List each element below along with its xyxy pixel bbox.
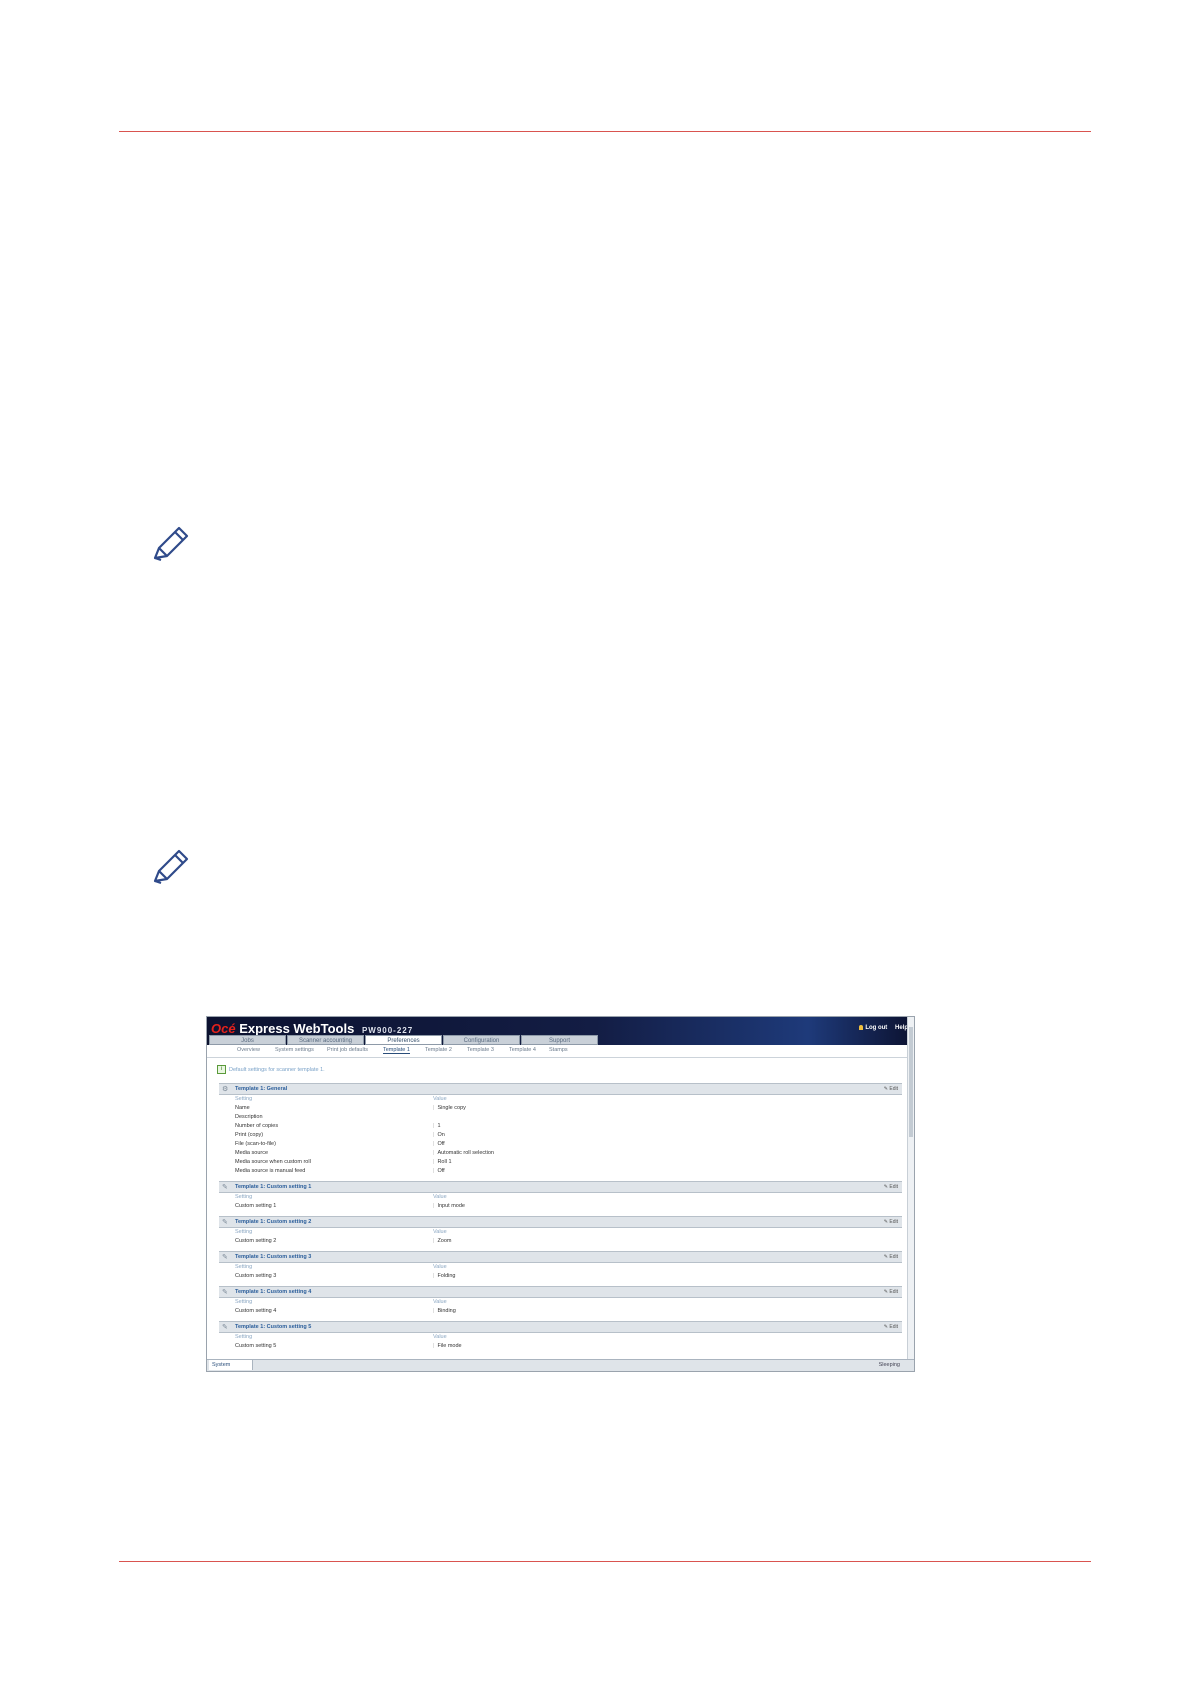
tab-configuration[interactable]: Configuration xyxy=(443,1035,520,1045)
user-icon xyxy=(859,1025,864,1030)
pencil-icon: ✎ xyxy=(222,1254,228,1261)
table-row: Custom setting 5 | File mode xyxy=(235,1343,462,1349)
footer-rule xyxy=(119,1561,1091,1562)
subtab-template-1[interactable]: Template 1 xyxy=(383,1047,410,1054)
pencil-note-icon xyxy=(153,526,189,562)
subtab-stamps[interactable]: Stamps xyxy=(549,1047,568,1053)
table-row: Description xyxy=(235,1114,263,1120)
edit-button[interactable]: ✎ Edit xyxy=(884,1219,898,1225)
main-tabs: Jobs Scanner accounting Preferences Conf… xyxy=(209,1035,599,1045)
column-header-row: Setting Value xyxy=(235,1264,447,1270)
tab-support[interactable]: Support xyxy=(521,1035,598,1045)
table-row: File (scan-to-file) | Off xyxy=(235,1141,445,1147)
tab-jobs[interactable]: Jobs xyxy=(209,1035,286,1045)
column-header-row: Setting Value xyxy=(235,1299,447,1305)
panel-custom-setting-4: ✎ Template 1: Custom setting 4 ✎ Edit Se… xyxy=(219,1286,902,1316)
scroll-thumb[interactable] xyxy=(909,1027,913,1137)
panel-custom-setting-2: ✎ Template 1: Custom setting 2 ✎ Edit Se… xyxy=(219,1216,902,1246)
pencil-icon: ✎ xyxy=(222,1324,228,1331)
app-logo: Océ Express WebTools PW900-227 xyxy=(211,1021,414,1036)
subtab-template-4[interactable]: Template 4 xyxy=(509,1047,536,1053)
column-header-row: Setting Value xyxy=(235,1096,447,1102)
status-tab-system[interactable]: System xyxy=(209,1360,253,1370)
tab-scanner-accounting[interactable]: Scanner accounting xyxy=(287,1035,364,1045)
settings-icon: ⚙ xyxy=(222,1086,229,1093)
printer-model: PW900-227 xyxy=(361,1026,414,1035)
subtab-template-2[interactable]: Template 2 xyxy=(425,1047,452,1053)
header-rule xyxy=(119,131,1091,132)
column-header-row: Setting Value xyxy=(235,1229,447,1235)
pencil-icon: ✎ xyxy=(222,1289,228,1296)
vertical-scrollbar[interactable] xyxy=(907,1017,914,1360)
table-row: Custom setting 1 | Input mode xyxy=(235,1203,465,1209)
table-row: Custom setting 2 | Zoom xyxy=(235,1238,452,1244)
app-header: Océ Express WebTools PW900-227 Log out H… xyxy=(207,1017,914,1045)
header-links: Log out Help xyxy=(853,1025,908,1031)
edit-button[interactable]: ✎ Edit xyxy=(884,1254,898,1260)
column-header-row: Setting Value xyxy=(235,1334,447,1340)
table-row: Media source | Automatic roll selection xyxy=(235,1150,494,1156)
table-row: Name | Single copy xyxy=(235,1105,466,1111)
sub-tabs: Overview System settings Print job defau… xyxy=(207,1045,914,1058)
webtools-screenshot: Océ Express WebTools PW900-227 Log out H… xyxy=(206,1016,915,1372)
panel-general: ⚙ Template 1: General ✎ Edit Setting Valu… xyxy=(219,1083,902,1176)
subtab-overview[interactable]: Overview xyxy=(237,1047,260,1053)
panel-custom-setting-1: ✎ Template 1: Custom setting 1 ✎ Edit Se… xyxy=(219,1181,902,1211)
tab-preferences[interactable]: Preferences xyxy=(365,1035,442,1045)
subtab-system-settings[interactable]: System settings xyxy=(275,1047,314,1053)
info-icon: i xyxy=(217,1065,226,1074)
table-row: Print (copy) | On xyxy=(235,1132,445,1138)
edit-button[interactable]: ✎ Edit xyxy=(884,1289,898,1295)
subtab-print-job-defaults[interactable]: Print job defaults xyxy=(327,1047,368,1053)
panel-header: ✎ Template 1: Custom setting 4 ✎ Edit xyxy=(219,1286,902,1298)
panel-header: ⚙ Template 1: General ✎ Edit xyxy=(219,1083,902,1095)
pencil-icon: ✎ xyxy=(222,1219,228,1226)
subtab-template-3[interactable]: Template 3 xyxy=(467,1047,494,1053)
status-bar: System Sleeping xyxy=(207,1359,914,1371)
edit-button[interactable]: ✎ Edit xyxy=(884,1184,898,1190)
column-header-row: Setting Value xyxy=(235,1194,447,1200)
table-row: Number of copies | 1 xyxy=(235,1123,441,1129)
panel-custom-setting-5: ✎ Template 1: Custom setting 5 ✎ Edit Se… xyxy=(219,1321,902,1351)
panel-header: ✎ Template 1: Custom setting 1 ✎ Edit xyxy=(219,1181,902,1193)
edit-button[interactable]: ✎ Edit xyxy=(884,1324,898,1330)
logout-link[interactable]: Log out xyxy=(859,1025,887,1031)
table-row: Media source when custom roll | Roll 1 xyxy=(235,1159,452,1165)
info-message: i Default settings for scanner template 1… xyxy=(217,1065,325,1074)
panel-header: ✎ Template 1: Custom setting 5 ✎ Edit xyxy=(219,1321,902,1333)
pencil-note-icon xyxy=(153,849,189,885)
edit-button[interactable]: ✎ Edit xyxy=(884,1086,898,1092)
pencil-icon: ✎ xyxy=(222,1184,228,1191)
printer-status: Sleeping xyxy=(878,1362,900,1368)
table-row: Custom setting 4 | Binding xyxy=(235,1308,456,1314)
table-row: Custom setting 3 | Folding xyxy=(235,1273,456,1279)
panel-header: ✎ Template 1: Custom setting 3 ✎ Edit xyxy=(219,1251,902,1263)
panel-custom-setting-3: ✎ Template 1: Custom setting 3 ✎ Edit Se… xyxy=(219,1251,902,1281)
table-row: Media source is manual feed | Off xyxy=(235,1168,445,1174)
panel-header: ✎ Template 1: Custom setting 2 ✎ Edit xyxy=(219,1216,902,1228)
